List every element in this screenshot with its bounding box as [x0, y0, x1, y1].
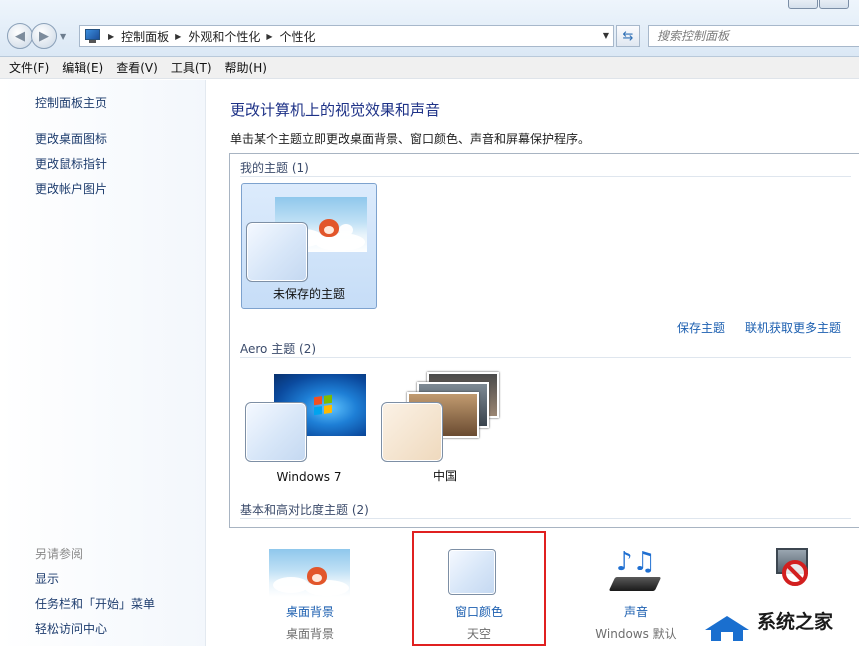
- save-theme-link[interactable]: 保存主题: [677, 319, 725, 336]
- highlight-box: [412, 531, 546, 646]
- basic-themes-title: 基本和高对比度主题 (2): [240, 503, 369, 517]
- theme-windows-7[interactable]: Windows 7: [241, 364, 377, 490]
- page-title: 更改计算机上的视觉效果和声音: [230, 101, 441, 119]
- window-controls: [787, 0, 849, 9]
- navigation-buttons: ◀ ▶ ▼: [7, 23, 66, 49]
- display-link[interactable]: 显示: [35, 570, 59, 587]
- minimize-button[interactable]: [788, 0, 818, 9]
- sound-label: 声音: [623, 605, 648, 619]
- arrow-left-icon: ◀: [15, 28, 25, 44]
- back-button[interactable]: ◀: [7, 23, 33, 49]
- watermark: 系统之家: [693, 598, 859, 646]
- taskbar-start-menu-link[interactable]: 任务栏和「开始」菜单: [35, 595, 155, 612]
- theme-list[interactable]: 我的主题 (1) 未保存的主题 保存主题 联机获取更多主题 Aero 主题 (2…: [229, 153, 859, 528]
- breadcrumb-personalization[interactable]: 个性化: [280, 28, 316, 45]
- ease-of-access-link[interactable]: 轻松访问中心: [35, 620, 107, 637]
- window-color-swatch: [381, 402, 443, 462]
- breadcrumb-chevron-icon[interactable]: ▶: [108, 32, 114, 41]
- theme-unsaved[interactable]: 未保存的主题: [241, 183, 377, 309]
- refresh-icon: ⇆: [622, 28, 634, 44]
- menu-file[interactable]: 文件(F): [9, 59, 49, 76]
- breadcrumb-chevron-icon[interactable]: ▶: [175, 32, 181, 41]
- control-panel-icon: [84, 29, 102, 43]
- screensaver-icon: [772, 548, 812, 592]
- aero-themes-title: Aero 主题 (2): [240, 342, 317, 356]
- search-input[interactable]: [648, 25, 859, 47]
- menu-edit[interactable]: 编辑(E): [62, 59, 103, 76]
- breadcrumb-appearance[interactable]: 外观和个性化: [188, 28, 260, 45]
- theme-label: 中国: [432, 469, 457, 483]
- window-color-swatch: [246, 222, 308, 282]
- change-desktop-icons-link[interactable]: 更改桌面图标: [35, 130, 107, 147]
- house-logo-icon: [701, 604, 755, 642]
- address-dropdown-icon[interactable]: ▼: [603, 31, 609, 40]
- theme-label: Windows 7: [276, 470, 342, 484]
- my-themes-title: 我的主题 (1): [240, 161, 309, 175]
- group-divider: [240, 518, 851, 519]
- maximize-button[interactable]: [819, 0, 849, 9]
- menu-view[interactable]: 查看(V): [116, 59, 158, 76]
- group-divider: [240, 176, 851, 177]
- get-more-themes-link[interactable]: 联机获取更多主题: [745, 319, 841, 336]
- desktop-background-button[interactable]: 桌面背景 桌面背景: [262, 545, 358, 646]
- desktop-background-value: 桌面背景: [285, 627, 334, 641]
- menu-bar: 文件(F) 编辑(E) 查看(V) 工具(T) 帮助(H): [0, 57, 859, 79]
- theme-label: 未保存的主题: [272, 287, 345, 301]
- change-account-picture-link[interactable]: 更改帐户图片: [35, 180, 107, 197]
- recent-pages-chevron-icon[interactable]: ▼: [60, 32, 66, 41]
- desktop-background-label: 桌面背景: [285, 605, 334, 619]
- address-toolbar: ◀ ▶ ▼ ▶ 控制面板 ▶ 外观和个性化 ▶ 个性化 ▼ ⇆: [0, 0, 859, 57]
- menu-help[interactable]: 帮助(H): [225, 59, 267, 76]
- group-divider: [240, 357, 851, 358]
- see-also-title: 另请参阅: [35, 547, 84, 561]
- breadcrumb-chevron-icon[interactable]: ▶: [266, 32, 272, 41]
- window-color-swatch: [245, 402, 307, 462]
- forward-button[interactable]: ▶: [31, 23, 57, 49]
- watermark-text: 系统之家: [757, 611, 834, 633]
- sound-value: Windows 默认: [595, 627, 677, 641]
- desktop-background-icon: [269, 549, 350, 597]
- sound-icon: ♪♫: [608, 547, 662, 597]
- screensaver-button[interactable]: [748, 545, 838, 605]
- address-field[interactable]: ▶ 控制面板 ▶ 外观和个性化 ▶ 个性化 ▼: [79, 25, 614, 47]
- sound-button[interactable]: ♪♫ 声音 Windows 默认: [586, 545, 686, 646]
- menu-tools[interactable]: 工具(T): [171, 59, 212, 76]
- breadcrumb-control-panel[interactable]: 控制面板: [121, 28, 169, 45]
- theme-china[interactable]: 中国: [377, 364, 513, 490]
- refresh-button[interactable]: ⇆: [616, 25, 640, 47]
- control-panel-home-link[interactable]: 控制面板主页: [35, 94, 107, 111]
- arrow-right-icon: ▶: [39, 28, 49, 44]
- page-subtitle: 单击某个主题立即更改桌面背景、窗口颜色、声音和屏幕保护程序。: [230, 132, 591, 146]
- change-mouse-pointers-link[interactable]: 更改鼠标指针: [35, 155, 107, 172]
